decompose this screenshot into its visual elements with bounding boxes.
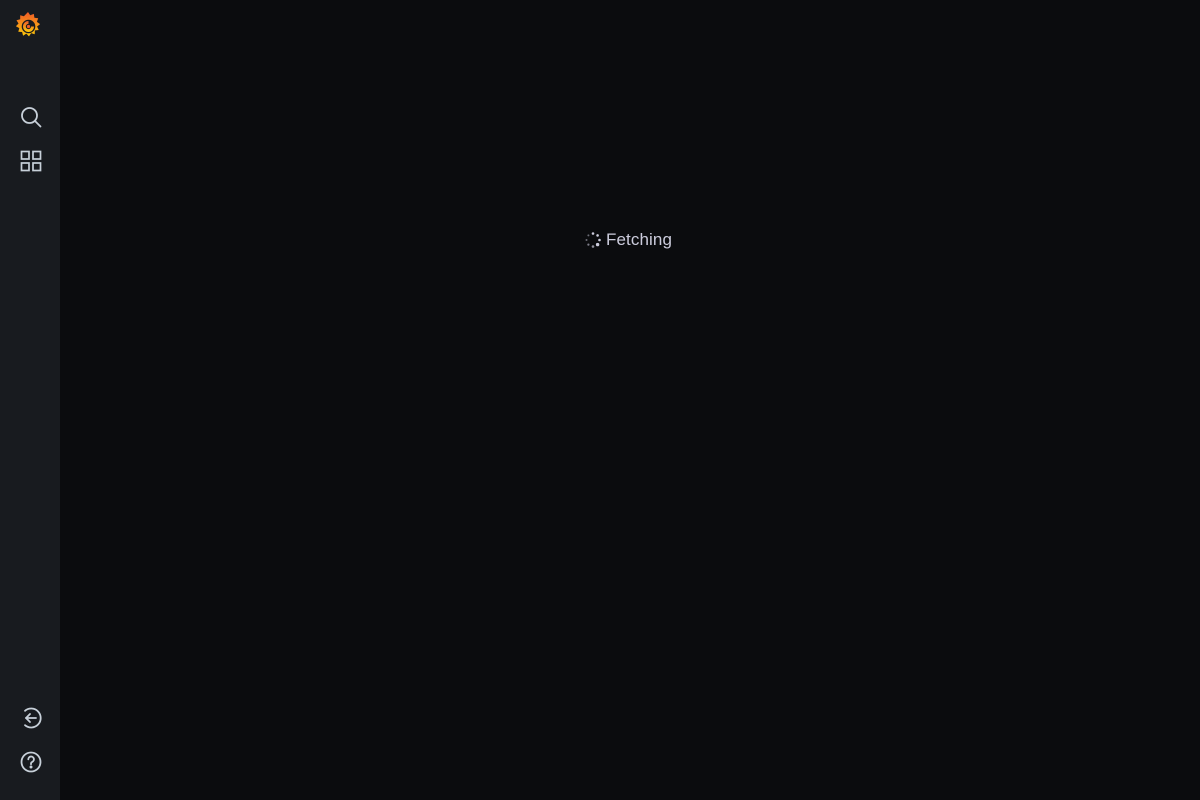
sign-in-arrow-icon	[24, 707, 42, 729]
dashboards-grid-icon	[20, 150, 42, 172]
main-content: Fetching	[60, 0, 1200, 800]
nav-help-button[interactable]	[15, 746, 47, 778]
help-icon	[20, 751, 42, 773]
loading-text: Fetching	[606, 230, 673, 249]
grafana-logo-icon[interactable]	[12, 10, 44, 42]
side-menu	[0, 0, 60, 800]
nav-search-button[interactable]	[15, 101, 47, 133]
app-root: Fetching	[0, 0, 1200, 800]
nav-dashboards-button[interactable]	[15, 145, 47, 177]
nav-sign-in-button[interactable]	[15, 702, 47, 734]
search-icon	[21, 107, 42, 128]
spinner-icon	[585, 232, 601, 248]
loading-indicator: Fetching	[584, 228, 672, 252]
